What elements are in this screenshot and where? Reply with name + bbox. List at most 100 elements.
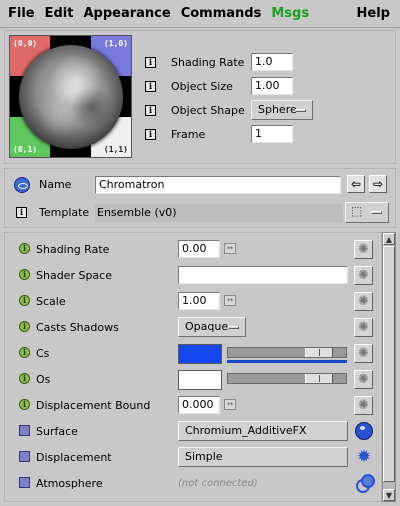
menu-bar: File Edit Appearance Commands Msgs Help: [0, 0, 400, 28]
connection-square-icon: [19, 425, 30, 436]
param-info-icon[interactable]: i: [19, 399, 30, 410]
menu-edit[interactable]: Edit: [37, 6, 74, 21]
name-field[interactable]: Chromatron: [95, 176, 341, 194]
sphere-icon[interactable]: [355, 422, 373, 440]
name-label: Name: [39, 178, 72, 191]
header-prop-object-size: i Object Size 1.00: [145, 77, 293, 95]
forward-arrow-button[interactable]: ⇨: [369, 175, 387, 193]
param-label: Displacement: [36, 451, 112, 464]
param-row-os: i Os: [5, 366, 381, 392]
gear-icon[interactable]: [354, 292, 373, 311]
cs-slider[interactable]: [227, 347, 347, 358]
corner-label-bl: (0,1): [13, 145, 38, 154]
prop-label: Object Size: [171, 79, 233, 93]
corner-label-br: (1,1): [103, 145, 128, 154]
param-label: Shading Rate: [36, 243, 110, 256]
scroll-thumb[interactable]: [383, 246, 395, 482]
header-prop-shading-rate: i Shading Rate 1.0: [145, 53, 293, 71]
displacement-button[interactable]: Simple: [178, 447, 348, 467]
back-arrow-button[interactable]: ⇦: [347, 175, 365, 193]
menu-appearance[interactable]: Appearance: [75, 6, 170, 21]
template-dropdown[interactable]: ⬚: [345, 202, 389, 223]
dropdown-icon: [228, 326, 239, 329]
param-row-casts-shadows: i Casts Shadows Opaque: [5, 314, 381, 340]
scroll-down-arrow[interactable]: ▼: [383, 489, 395, 501]
prop-label: Object Shape: [171, 103, 245, 117]
param-row-displacement-bound: i Displacement Bound 0.000 ↔: [5, 392, 381, 418]
surface-button[interactable]: Chromium_AdditiveFX: [178, 421, 348, 441]
parameters-panel: i Shading Rate 0.00 ↔ i Shader Space i S…: [4, 232, 382, 502]
template-label: Template: [39, 206, 90, 219]
param-row-scale: i Scale 1.00 ↔: [5, 288, 381, 314]
param-info-icon[interactable]: i: [19, 295, 30, 306]
gear-icon[interactable]: [354, 370, 373, 389]
dropdown-icon: [371, 211, 382, 214]
object-shape-dropdown[interactable]: Sphere: [251, 100, 313, 120]
param-label: Cs: [36, 347, 50, 360]
link-arrows-icon[interactable]: ↔: [224, 243, 236, 254]
casts-shadows-dropdown[interactable]: Opaque: [178, 317, 246, 337]
link-arrows-icon[interactable]: ↔: [224, 399, 236, 410]
template-row: i Template Ensemble (v0) ⬚: [5, 202, 395, 224]
shading-rate-field[interactable]: 1.0: [251, 53, 293, 71]
param-info-icon[interactable]: i: [19, 321, 30, 332]
globe-icon[interactable]: [14, 177, 30, 193]
cs-color-swatch[interactable]: [178, 344, 222, 364]
param-shading-rate-field[interactable]: 0.00: [178, 240, 220, 258]
param-row-displacement: Displacement Simple ✹: [5, 444, 381, 470]
name-panel: Name Chromatron ⇦ ⇨ i Template Ensemble …: [4, 168, 396, 228]
header-prop-object-shape: i Object Shape Sphere: [145, 100, 313, 120]
linked-spheres-icon[interactable]: [355, 474, 375, 493]
object-shape-value: Sphere: [258, 103, 297, 116]
param-info-icon[interactable]: i: [19, 373, 30, 384]
gear-icon[interactable]: [354, 318, 373, 337]
prop-label: Frame: [171, 127, 206, 141]
object-size-field[interactable]: 1.00: [251, 77, 293, 95]
gear-icon[interactable]: [354, 344, 373, 363]
menu-msgs[interactable]: Msgs: [263, 6, 309, 21]
cs-slider-underline: [227, 360, 347, 363]
os-slider[interactable]: [227, 373, 347, 384]
preview-sphere: [19, 45, 123, 149]
frame-field[interactable]: 1: [251, 125, 293, 143]
param-label: Atmosphere: [36, 477, 103, 490]
menu-commands[interactable]: Commands: [173, 6, 262, 21]
gear-icon[interactable]: [354, 266, 373, 285]
slider-thumb[interactable]: [305, 348, 333, 357]
info-icon[interactable]: i: [145, 56, 156, 68]
param-info-icon[interactable]: i: [19, 243, 30, 254]
param-info-icon[interactable]: i: [19, 347, 30, 358]
param-label: Scale: [36, 295, 66, 308]
corner-label-tr: (1,0): [103, 39, 128, 48]
slider-thumb[interactable]: [305, 374, 333, 383]
cursor-icon: ⬚: [351, 204, 363, 218]
displacement-gear-icon[interactable]: ✹: [355, 448, 373, 466]
info-icon[interactable]: i: [145, 128, 156, 140]
param-displacement-bound-field[interactable]: 0.000: [178, 396, 220, 414]
param-info-icon[interactable]: i: [19, 269, 30, 280]
param-label: Shader Space: [36, 269, 112, 282]
param-shader-space-field[interactable]: [178, 266, 348, 284]
os-color-swatch[interactable]: [178, 370, 222, 390]
gear-icon[interactable]: [354, 240, 373, 259]
link-arrows-icon[interactable]: ↔: [224, 295, 236, 306]
gear-icon[interactable]: [354, 396, 373, 415]
casts-shadows-value: Opaque: [185, 320, 229, 333]
template-value: Ensemble (v0): [95, 204, 343, 222]
atmosphere-status: (not connected): [178, 478, 258, 489]
info-icon[interactable]: i: [145, 80, 156, 92]
scroll-up-arrow[interactable]: ▲: [383, 233, 395, 245]
info-icon[interactable]: i: [145, 104, 156, 116]
name-row: Name Chromatron ⇦ ⇨: [5, 174, 395, 196]
shader-preview[interactable]: (0,0) (1,0) (0,1) (1,1): [9, 35, 132, 158]
menu-file[interactable]: File: [0, 6, 35, 21]
info-icon[interactable]: i: [16, 207, 27, 218]
param-row-cs: i Cs: [5, 340, 381, 366]
menu-help[interactable]: Help: [357, 6, 390, 21]
params-scrollbar[interactable]: ▲ ▼: [382, 232, 396, 502]
prop-label: Shading Rate: [171, 55, 245, 69]
corner-label-tl: (0,0): [13, 39, 38, 48]
header-panel: (0,0) (1,0) (0,1) (1,1) i Shading Rate 1…: [4, 30, 396, 164]
connection-square-icon: [19, 451, 30, 462]
param-scale-field[interactable]: 1.00: [178, 292, 220, 310]
